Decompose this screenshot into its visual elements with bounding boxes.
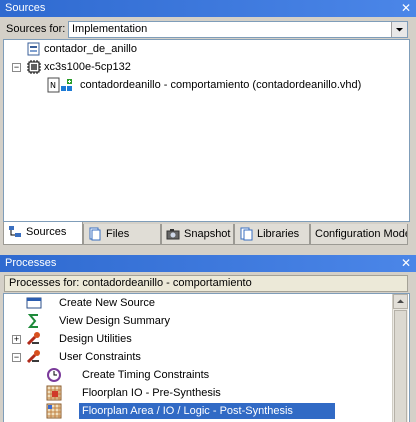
tab-label: Snapshot (184, 228, 231, 240)
scroll-thumb[interactable] (394, 310, 407, 422)
collapse-icon[interactable]: − (12, 63, 21, 72)
process-label: Create New Source (59, 297, 155, 309)
tree-item-label: contador_de_anillo (44, 43, 137, 55)
timing-constraints-icon (46, 367, 62, 383)
tab-sources[interactable]: Sources (3, 222, 83, 245)
sources-for-select[interactable]: Implementation (68, 21, 408, 38)
project-icon (26, 41, 42, 57)
processes-tree[interactable]: Create New Source View Design Summary + … (3, 293, 410, 422)
tab-configuration-mode[interactable]: Configuration Mode (310, 224, 408, 245)
tab-files[interactable]: Files (83, 224, 161, 245)
sources-tree[interactable]: contador_de_anillo − xc3s100e-5cp132 N c… (3, 39, 410, 222)
files-tab-icon (88, 227, 102, 241)
processes-title-bar: Processes ✕ (0, 255, 416, 272)
camera-icon (166, 227, 180, 241)
process-label: View Design Summary (59, 315, 171, 327)
process-label: User Constraints (59, 351, 141, 363)
sources-for-label: Sources for: (6, 23, 66, 35)
sources-tab-strip: Sources Files Snapshot Libraries Configu… (0, 222, 416, 246)
scroll-up-button[interactable] (393, 294, 408, 309)
tab-label: Configuration Mode (315, 228, 408, 240)
processes-for-text: Processes for: contadordeanillo - compor… (9, 277, 252, 289)
collapse-icon[interactable]: − (12, 353, 21, 362)
chevron-down-icon[interactable] (391, 22, 407, 37)
sources-title-bar: Sources ✕ (0, 0, 416, 17)
tree-item-label: xc3s100e-5cp132 (44, 61, 131, 73)
process-label-selected: Floorplan Area / IO / Logic - Post-Synth… (79, 403, 335, 419)
svg-text:N: N (50, 81, 56, 90)
tab-label: Sources (26, 226, 67, 238)
tools-icon (26, 349, 42, 365)
sources-tab-icon (8, 225, 22, 239)
processes-for-bar: Processes for: contadordeanillo - compor… (4, 275, 408, 292)
expand-icon[interactable]: + (12, 335, 21, 344)
process-label: Floorplan IO - Pre-Synthesis (82, 387, 221, 399)
processes-title: Processes (5, 257, 57, 269)
chip-icon (26, 59, 42, 75)
libraries-tab-icon (239, 227, 253, 241)
process-label: Create Timing Constraints (82, 369, 210, 381)
sigma-icon (26, 313, 42, 329)
tree-item-label: contadordeanillo - comportamiento (conta… (80, 79, 362, 91)
tools-icon (26, 331, 42, 347)
process-label: Design Utilities (59, 333, 132, 345)
sources-for-value: Implementation (72, 23, 148, 35)
processes-scrollbar[interactable] (392, 294, 408, 422)
tab-snapshot[interactable]: Snapshot (161, 224, 234, 245)
sources-close-icon[interactable]: ✕ (400, 0, 412, 17)
floorplan-icon (46, 385, 62, 401)
tab-label: Libraries (257, 228, 300, 240)
vhdl-file-icon: N (46, 77, 76, 93)
tab-label: Files (106, 228, 130, 240)
tab-libraries[interactable]: Libraries (234, 224, 310, 245)
floorplan-icon (46, 403, 62, 419)
sources-title: Sources (5, 2, 46, 14)
new-source-icon (26, 295, 42, 311)
processes-close-icon[interactable]: ✕ (400, 255, 412, 272)
